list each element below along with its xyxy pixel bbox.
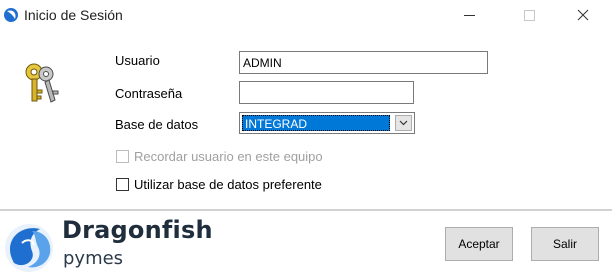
user-label: Usuario	[115, 53, 160, 68]
window-title: Inicio de Sesión	[24, 7, 123, 23]
brand-subtitle: pymes	[63, 248, 124, 269]
database-label: Base de datos	[115, 117, 199, 132]
remember-user-label: Recordar usuario en este equipo	[134, 149, 323, 164]
maximize-button[interactable]	[506, 0, 552, 30]
dragonfish-logo-icon	[5, 224, 53, 272]
footer-divider	[0, 209, 612, 211]
password-label: Contraseña	[115, 86, 183, 101]
app-icon	[4, 8, 18, 22]
exit-button[interactable]: Salir	[531, 227, 599, 261]
database-selected-value: INTEGRAD	[242, 115, 390, 131]
close-button[interactable]	[560, 0, 606, 30]
user-input[interactable]: ADMIN	[239, 51, 488, 74]
accept-button[interactable]: Aceptar	[445, 227, 513, 261]
minimize-button[interactable]	[446, 0, 492, 30]
database-dropdown-button[interactable]	[395, 115, 412, 131]
chevron-down-icon	[399, 120, 408, 126]
brand-name: Dragonfish	[62, 216, 213, 244]
remember-user-checkbox[interactable]	[116, 150, 129, 163]
preferred-database-label: Utilizar base de datos preferente	[134, 177, 322, 192]
close-icon	[577, 9, 589, 21]
maximize-icon	[523, 9, 535, 21]
preferred-database-checkbox[interactable]	[116, 178, 129, 191]
database-select[interactable]: INTEGRAD	[239, 112, 415, 134]
minimize-icon	[463, 14, 475, 16]
password-input[interactable]	[239, 81, 414, 104]
keys-icon	[25, 63, 59, 103]
